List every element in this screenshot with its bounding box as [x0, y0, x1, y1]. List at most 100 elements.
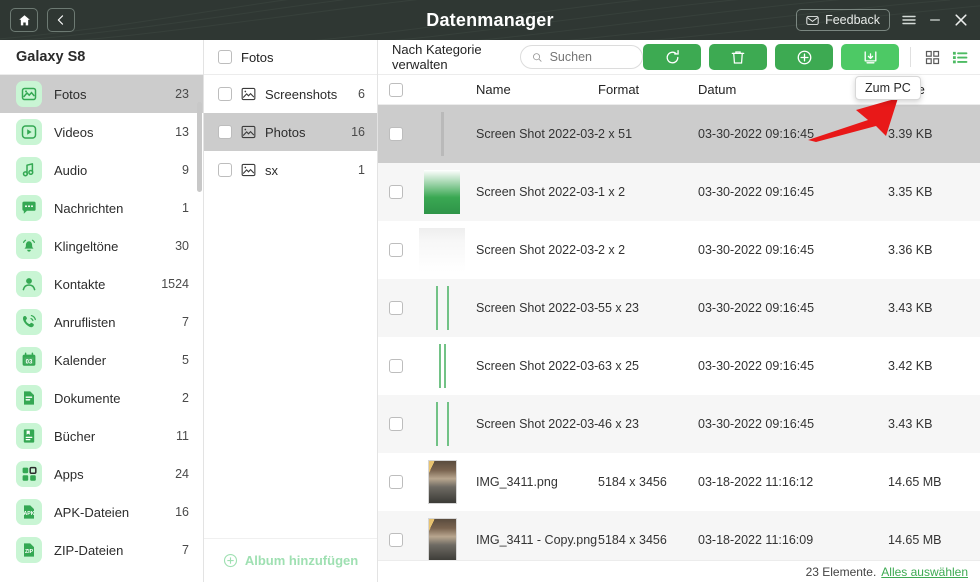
- calendar-icon: 03: [22, 352, 36, 366]
- row-checkbox-cell: [378, 533, 414, 547]
- row-format: 1 x 2: [598, 185, 626, 199]
- back-button[interactable]: [47, 8, 75, 32]
- row-thumbnail-cell: [414, 112, 470, 156]
- row-checkbox[interactable]: [389, 475, 403, 489]
- sidebar-item-apk-dateien[interactable]: APK APK-Dateien 16: [0, 493, 203, 531]
- sidebar-item-label: APK-Dateien: [54, 504, 130, 520]
- menu-button[interactable]: [901, 13, 917, 27]
- sidebar-item-apps[interactable]: Apps 24: [0, 455, 203, 493]
- column-header-format[interactable]: Format: [598, 82, 698, 97]
- sidebar-item-label: Klingeltöne: [54, 238, 119, 254]
- album-label: sx: [265, 162, 278, 178]
- table-row[interactable]: Screen Shot 2022-03-29 at...1 x 2 03-30-2…: [378, 163, 980, 221]
- album-label: Screenshots: [265, 86, 338, 102]
- minimize-button[interactable]: [928, 13, 942, 27]
- video-icon: [21, 125, 37, 139]
- album-checkbox[interactable]: [218, 163, 232, 177]
- sidebar-item-count: 30: [175, 239, 189, 253]
- minimize-icon: [930, 19, 940, 21]
- album-item[interactable]: Photos 16: [204, 113, 377, 151]
- sidebar-item-kalender[interactable]: 03 Kalender 5: [0, 341, 203, 379]
- table-row[interactable]: Screen Shot 2022-03-29 at...46 x 23 03-30…: [378, 395, 980, 453]
- home-button[interactable]: [10, 8, 38, 32]
- search-box[interactable]: [519, 45, 643, 69]
- row-name: Screen Shot 2022-03-29 at...: [476, 185, 598, 199]
- close-button[interactable]: [953, 12, 969, 28]
- row-name: Screen Shot 2022-03-29 at...: [476, 417, 598, 431]
- album-checkbox[interactable]: [218, 125, 232, 139]
- sidebar-item-label: Apps: [54, 466, 84, 482]
- row-checkbox-cell: [378, 475, 414, 489]
- table-row[interactable]: Screen Shot 2022-03-29 at...55 x 23 03-30…: [378, 279, 980, 337]
- add-album-label: Album hinzufügen: [244, 553, 359, 568]
- table-row[interactable]: IMG_3411.png 5184 x 3456 03-18-2022 11:16:…: [378, 453, 980, 511]
- document-icon-wrapper: [16, 385, 42, 411]
- apps-icon-wrapper: [16, 461, 42, 487]
- sidebar-scrollbar[interactable]: [197, 102, 202, 192]
- row-thumbnail-cell: [414, 402, 470, 446]
- row-checkbox[interactable]: [389, 417, 403, 431]
- app-window: Datenmanager Feedback Galaxy S8 Fotos 23…: [0, 0, 980, 582]
- add-button[interactable]: [775, 44, 833, 70]
- table-row[interactable]: IMG_3411 - Copy.png 5184 x 3456 03-18-2022…: [378, 511, 980, 560]
- sidebar-item-count: 2: [182, 391, 189, 405]
- select-all-link[interactable]: Alles auswählen: [881, 565, 968, 579]
- row-date: 03-30-2022 09:16:45: [698, 301, 815, 315]
- row-checkbox[interactable]: [389, 185, 403, 199]
- sidebar-item-nachrichten[interactable]: Nachrichten 1: [0, 189, 203, 227]
- row-name: Screen Shot 2022-03-28 at...: [476, 127, 598, 141]
- row-checkbox[interactable]: [389, 301, 403, 315]
- thumbnail: [438, 344, 446, 388]
- sidebar-item-count: 7: [182, 315, 189, 329]
- apk-icon: APK: [24, 505, 35, 519]
- sidebar-item-klingelt-ne[interactable]: Klingeltöne 30: [0, 227, 203, 265]
- device-name: Galaxy S8: [0, 40, 203, 75]
- table-row[interactable]: Screen Shot 2022-03-29 at...2 x 2 03-30-2…: [378, 221, 980, 279]
- row-checkbox[interactable]: [389, 533, 403, 547]
- album-count: 6: [358, 87, 365, 101]
- refresh-button[interactable]: [643, 44, 701, 70]
- svg-text:APK: APK: [24, 511, 35, 517]
- phone-icon-wrapper: [16, 309, 42, 335]
- sidebar-item-anruflisten[interactable]: Anruflisten 7: [0, 303, 203, 341]
- row-checkbox[interactable]: [389, 127, 403, 141]
- refresh-icon: [666, 49, 679, 63]
- album-count: 1: [358, 163, 365, 177]
- sidebar-item-audio[interactable]: Audio 9: [0, 151, 203, 189]
- sidebar-item-label: Audio: [54, 162, 88, 178]
- search-input[interactable]: [549, 50, 631, 64]
- row-format: 5184 x 3456: [598, 533, 667, 547]
- sidebar-item-count: 9: [182, 163, 189, 177]
- item-count-label: 23 Elemente.: [805, 564, 877, 579]
- album-item[interactable]: sx 1: [204, 151, 377, 189]
- album-header-checkbox[interactable]: [218, 50, 232, 64]
- select-all-checkbox[interactable]: [389, 82, 403, 97]
- sidebar-item-label: Kalender: [54, 352, 107, 368]
- album-checkbox[interactable]: [218, 87, 232, 101]
- list-view-button[interactable]: [950, 47, 970, 67]
- feedback-button[interactable]: Feedback: [796, 9, 890, 31]
- table-row[interactable]: Screen Shot 2022-03-29 at...63 x 25 03-30…: [378, 337, 980, 395]
- toolbar-actions: [643, 44, 970, 70]
- close-icon: [955, 14, 967, 26]
- export-to-pc-button[interactable]: [841, 44, 899, 70]
- row-checkbox-cell: [378, 359, 414, 373]
- album-item[interactable]: Screenshots 6: [204, 75, 377, 113]
- grid-view-button[interactable]: [922, 47, 942, 67]
- add-album-button[interactable]: Album hinzufügen: [204, 538, 377, 582]
- row-format: 46 x 23: [598, 417, 640, 431]
- row-checkbox[interactable]: [389, 359, 403, 373]
- sidebar-item-videos[interactable]: Videos 13: [0, 113, 203, 151]
- sidebar-item-zip-dateien[interactable]: ZIP ZIP-Dateien 7: [0, 531, 203, 569]
- svg-text:ZIP: ZIP: [25, 549, 34, 555]
- sidebar-item-label: Nachrichten: [54, 200, 124, 216]
- delete-button[interactable]: [709, 44, 767, 70]
- video-icon-wrapper: [16, 119, 42, 145]
- sidebar-item-kontakte[interactable]: Kontakte 1524: [0, 265, 203, 303]
- plus-circle-icon: [797, 50, 811, 64]
- row-checkbox[interactable]: [389, 243, 403, 257]
- sidebar-item-fotos[interactable]: Fotos 23: [0, 75, 203, 113]
- sidebar-item-b-cher[interactable]: Bücher 11: [0, 417, 203, 455]
- column-header-name[interactable]: Name: [470, 82, 598, 97]
- sidebar-item-dokumente[interactable]: Dokumente 2: [0, 379, 203, 417]
